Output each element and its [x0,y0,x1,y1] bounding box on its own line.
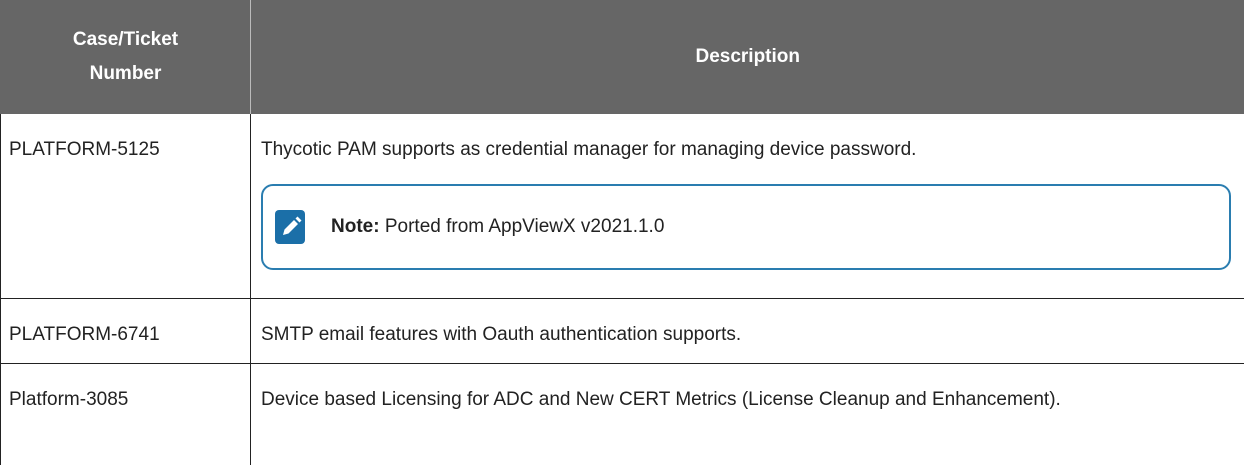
case-number-header: Case/Ticket Number [0,0,251,114]
note-body: Ported from AppViewX v2021.1.0 [384,216,665,237]
case-number-cell: Platform-3085 [0,362,251,465]
note-callout: Note: Ported from AppViewX v2021.1.0 [261,184,1231,270]
table-row: PLATFORM-6741 SMTP email features with O… [0,297,1244,363]
edit-note-icon [275,210,305,244]
note-label: Note: [331,216,380,237]
description-cell: Device based Licensing for ADC and New C… [250,362,1244,465]
note-text: Note: Ported from AppViewX v2021.1.0 [331,215,664,239]
description-text: Thycotic PAM supports as credential mana… [261,139,917,160]
release-notes-table: Case/Ticket Number Description PLATFORM-… [0,0,1244,465]
description-header: Description [250,0,1244,114]
case-number-cell: PLATFORM-6741 [0,297,251,363]
description-cell: SMTP email features with Oauth authentic… [250,297,1244,363]
description-cell: Thycotic PAM supports as credential mana… [251,114,1244,298]
table-header-row: Case/Ticket Number Description [0,0,1244,114]
case-number-cell: PLATFORM-5125 [0,114,251,298]
case-number-header-label: Case/Ticket Number [72,29,179,84]
table-row: Platform-3085 Device based Licensing for… [0,362,1244,465]
table-row: PLATFORM-5125 Thycotic PAM supports as c… [0,114,1244,298]
